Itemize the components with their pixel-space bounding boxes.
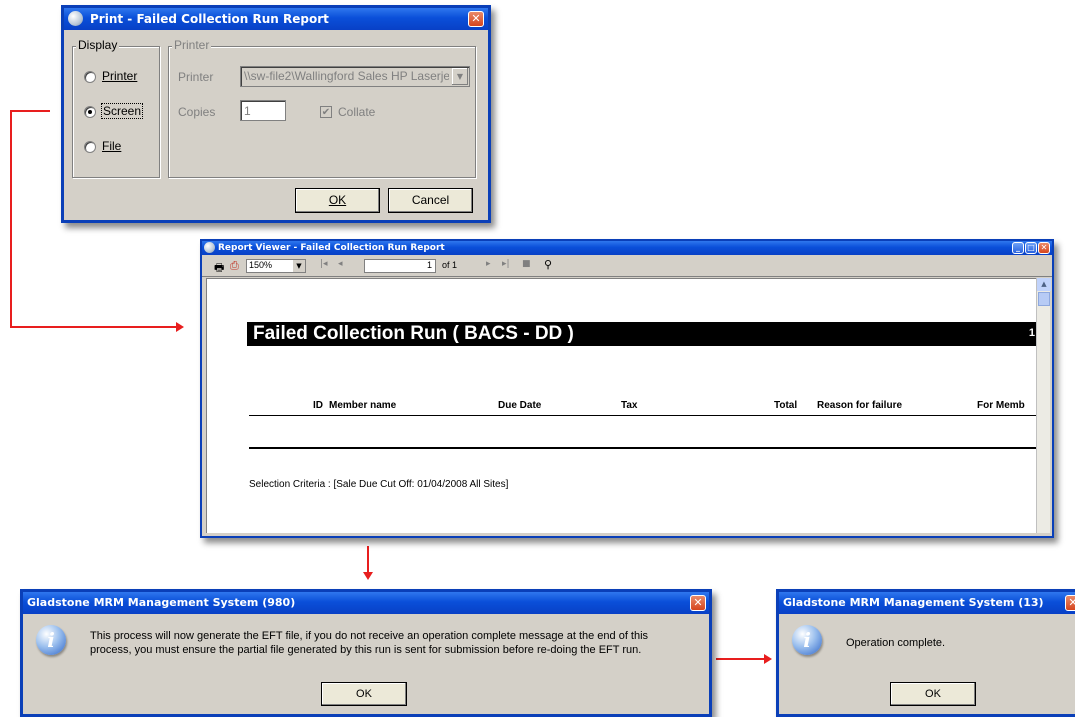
eft-warning-titlebar[interactable]: Gladstone MRM Management System (980) ✕ xyxy=(23,592,709,614)
close-button[interactable]: ✕ xyxy=(1038,242,1050,254)
printer-radio[interactable] xyxy=(84,71,96,83)
file-radio-label[interactable]: File xyxy=(102,139,121,153)
ok-button-label: OK xyxy=(356,688,372,700)
export-icon[interactable]: ⎙ xyxy=(230,259,239,273)
close-button[interactable]: ✕ xyxy=(1065,595,1075,611)
printer-radio-label[interactable]: Printer xyxy=(102,69,137,83)
copies-input[interactable]: 1 xyxy=(240,100,286,121)
close-button[interactable]: ✕ xyxy=(690,595,706,611)
report-page: Failed Collection Run ( BACS - DD ) 1 ID… xyxy=(206,278,1036,533)
column-header-id: ID xyxy=(313,400,323,411)
previous-page-icon[interactable]: ◂ xyxy=(338,259,343,269)
information-icon: i xyxy=(36,625,66,655)
arrow-head xyxy=(363,572,373,580)
copies-value: 1 xyxy=(244,104,251,118)
operation-complete-dialog: Gladstone MRM Management System (13) ✕ i… xyxy=(776,589,1075,717)
printer-icon[interactable]: 🖶 xyxy=(214,259,224,278)
column-header-for-member: For Memb xyxy=(977,400,1025,411)
ok-button[interactable]: OK xyxy=(321,682,407,706)
stop-icon[interactable]: ■ xyxy=(522,259,531,269)
operation-complete-titlebar[interactable]: Gladstone MRM Management System (13) ✕ xyxy=(779,592,1075,614)
column-header-tax: Tax xyxy=(621,400,638,411)
report-title-bar: Failed Collection Run ( BACS - DD ) 1 xyxy=(247,322,1036,346)
printer-group-label: Printer xyxy=(172,38,212,52)
eft-warning-dialog: Gladstone MRM Management System (980) ✕ … xyxy=(20,589,712,717)
close-button[interactable]: ✕ xyxy=(468,11,484,27)
report-viewer-window: Report Viewer - Failed Collection Run Re… xyxy=(200,239,1054,538)
selection-criteria: Selection Criteria : [Sale Due Cut Off: … xyxy=(249,479,509,490)
arrow-segment xyxy=(367,546,369,574)
page-input[interactable]: 1 xyxy=(364,259,436,273)
column-header-member-name: Member name xyxy=(329,400,397,411)
page-count: of 1 xyxy=(442,260,458,270)
next-page-icon[interactable]: ▸ xyxy=(486,259,491,269)
app-icon xyxy=(68,11,83,26)
ok-button-label: OK xyxy=(925,688,941,700)
scroll-thumb[interactable] xyxy=(1038,292,1050,306)
arrow-segment xyxy=(10,326,178,328)
display-group-label: Display xyxy=(76,38,120,52)
print-dialog: Print - Failed Collection Run Report ✕ D… xyxy=(61,5,491,223)
screen-radio-label[interactable]: Screen xyxy=(100,103,144,119)
cancel-button[interactable]: Cancel xyxy=(388,188,473,213)
print-dialog-title: Print - Failed Collection Run Report xyxy=(90,12,329,26)
eft-warning-title: Gladstone MRM Management System (980) xyxy=(27,596,296,609)
report-toolbar: 🖶 ⎙ 150% ▼ |◂ ◂ 1 of 1 ▸ ▸| ■ ⚲ xyxy=(202,255,1052,277)
ok-button[interactable]: OK xyxy=(295,188,380,213)
body-divider xyxy=(249,447,1036,449)
report-viewer-titlebar[interactable]: Report Viewer - Failed Collection Run Re… xyxy=(202,241,1052,255)
report-viewer-title: Report Viewer - Failed Collection Run Re… xyxy=(218,243,445,253)
collate-label: Collate xyxy=(338,105,376,119)
chevron-down-icon[interactable]: ▼ xyxy=(293,260,305,272)
operation-complete-title: Gladstone MRM Management System (13) xyxy=(783,596,1044,609)
print-dialog-titlebar[interactable]: Print - Failed Collection Run Report ✕ xyxy=(64,8,488,30)
column-header-reason: Reason for failure xyxy=(817,400,903,411)
chevron-down-icon[interactable]: ▼ xyxy=(452,68,468,85)
eft-warning-line-2: process, you must ensure the partial fil… xyxy=(90,644,642,656)
arrow-head xyxy=(764,654,772,664)
maximize-button[interactable]: □ xyxy=(1025,242,1037,254)
file-radio[interactable] xyxy=(84,141,96,153)
information-icon: i xyxy=(792,625,822,655)
last-page-icon[interactable]: ▸| xyxy=(502,259,510,269)
scroll-up-icon[interactable]: ▲ xyxy=(1037,278,1051,291)
printer-label: Printer xyxy=(178,70,214,84)
page-input-value: 1 xyxy=(426,260,432,270)
cancel-button-label: Cancel xyxy=(411,193,450,207)
eft-warning-line-1: This process will now generate the EFT f… xyxy=(90,630,649,642)
app-icon xyxy=(204,242,215,253)
printer-select[interactable]: \\sw-file2\Wallingford Sales HP Laserje … xyxy=(240,66,470,87)
zoom-select[interactable]: 150% ▼ xyxy=(246,259,306,273)
minimize-button[interactable]: _ xyxy=(1012,242,1024,254)
printer-select-value: \\sw-file2\Wallingford Sales HP Laserje xyxy=(244,69,449,83)
ok-button[interactable]: OK xyxy=(890,682,976,706)
column-header-due-date: Due Date xyxy=(498,400,542,411)
header-divider xyxy=(249,415,1036,416)
arrow-head xyxy=(176,322,184,332)
zoom-value: 150% xyxy=(249,260,273,270)
page-number: 1 xyxy=(1028,327,1035,339)
arrow-segment xyxy=(716,658,766,660)
arrow-segment xyxy=(10,110,50,112)
operation-complete-message: Operation complete. xyxy=(846,637,946,649)
vertical-scrollbar[interactable]: ▲ xyxy=(1036,278,1051,533)
collate-checkbox[interactable]: ✔ xyxy=(320,106,332,118)
column-header-total: Total xyxy=(774,400,798,411)
arrow-segment xyxy=(10,110,12,328)
screen-radio[interactable] xyxy=(84,106,96,118)
first-page-icon[interactable]: |◂ xyxy=(320,259,328,269)
report-title: Failed Collection Run ( BACS - DD ) xyxy=(253,323,574,344)
binoculars-icon[interactable]: ⚲ xyxy=(544,258,552,271)
ok-button-label: OK xyxy=(328,193,347,207)
copies-label: Copies xyxy=(178,105,216,119)
